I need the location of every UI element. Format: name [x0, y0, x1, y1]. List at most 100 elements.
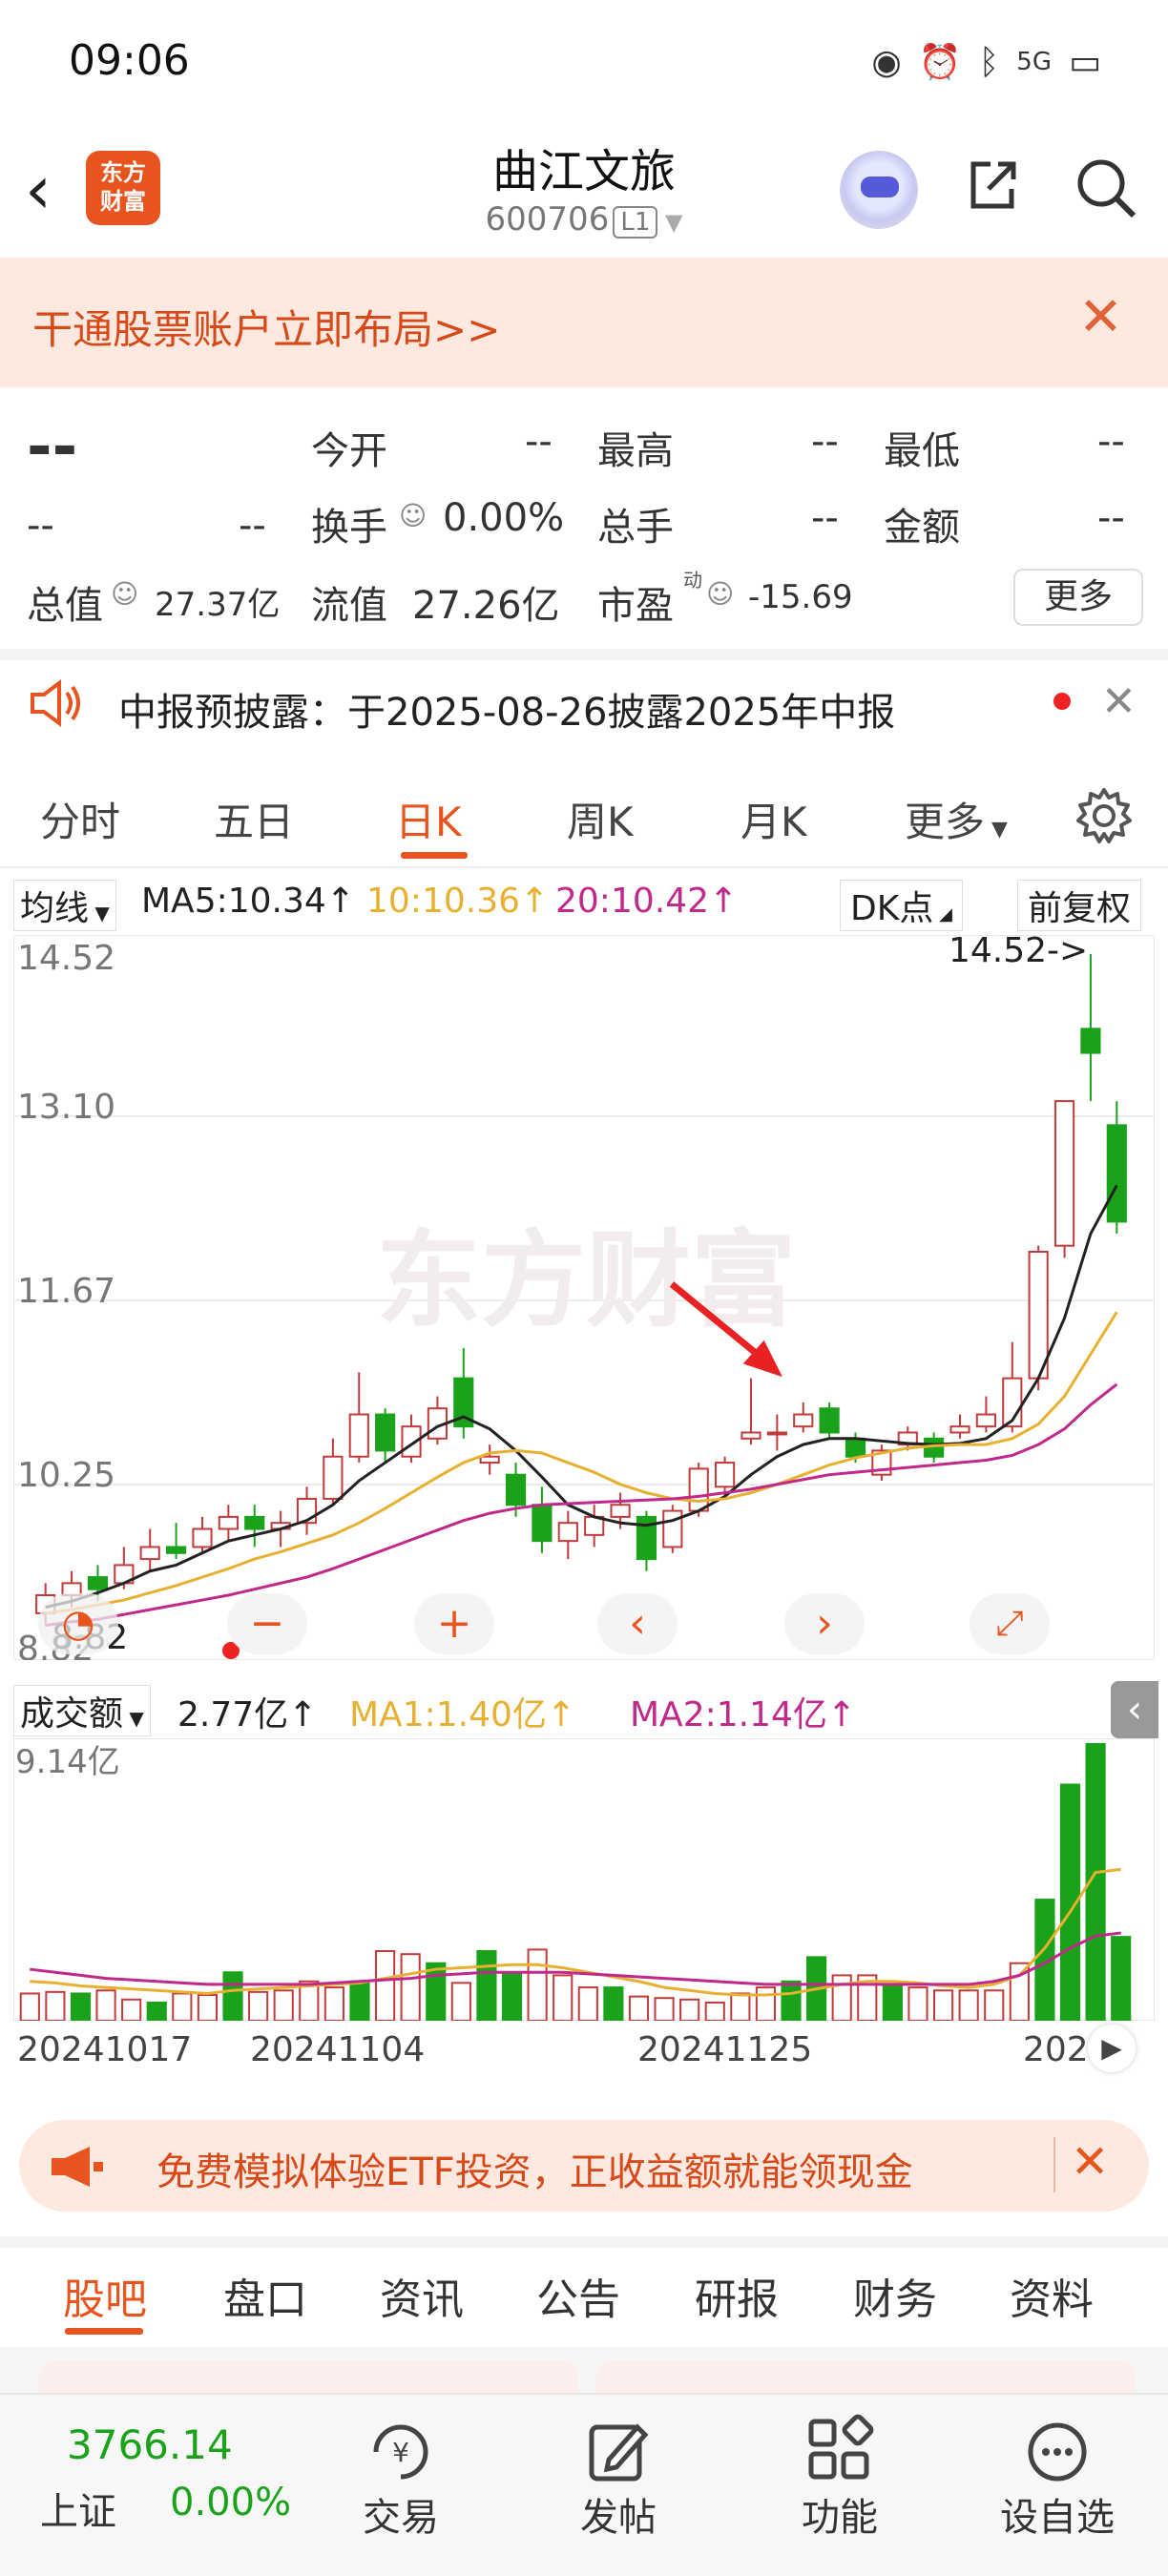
post-edit-icon[interactable] [580, 2414, 657, 2490]
volume-bar [958, 1989, 979, 2021]
candle-body [793, 1413, 814, 1428]
index-name[interactable]: 上证 [40, 2481, 116, 2536]
dk-point-selector[interactable]: DK点 ◢ [840, 880, 963, 931]
volume-bar [603, 1986, 624, 2021]
pe-dynamic-tag: 动 [683, 569, 702, 592]
close-icon[interactable]: ✕ [1078, 286, 1123, 348]
tab-news[interactable]: 资讯 [380, 2265, 464, 2326]
tab-stock-forum[interactable]: 股吧 [63, 2265, 147, 2326]
tab-order-book[interactable]: 盘口 [223, 2265, 307, 2326]
functions-grid-icon[interactable] [802, 2414, 878, 2490]
trade-icon[interactable]: ¥ [363, 2414, 439, 2490]
watermark-logo: 东方财富 [376, 1219, 796, 1341]
volume-chart[interactable]: 9.14亿 [13, 1738, 1155, 2021]
market-cap-value: 27.37亿 [155, 586, 281, 624]
date-label: 20241104 [250, 2030, 426, 2069]
volume-bar [654, 1997, 675, 2021]
forum-card[interactable] [38, 2360, 578, 2395]
scroll-left-button[interactable]: ‹ [597, 1593, 678, 1654]
candle-body [557, 1522, 578, 1543]
stock-code-text: 600706 [485, 200, 610, 239]
candle-body [87, 1576, 109, 1590]
tab-more[interactable]: 更多 ▼ [905, 790, 1008, 848]
robot-icon [861, 177, 899, 197]
close-icon[interactable]: ✕ [1071, 2135, 1109, 2189]
price-change-pct: -- [239, 504, 266, 548]
tab-daily-k[interactable]: 日K [395, 790, 462, 848]
promo-banner-text[interactable]: 干通股票账户立即布局>> [32, 298, 500, 356]
info-icon[interactable]: ☺ [706, 578, 734, 610]
volume-bar [476, 1950, 497, 2021]
info-icon[interactable]: ☺ [399, 500, 427, 531]
tab-profile[interactable]: 资料 [1010, 2265, 1094, 2326]
zoom-out-button[interactable]: − [227, 1593, 307, 1654]
volume-ma2: MA2:1.14亿↑ [630, 1695, 857, 1735]
volume-bar [755, 1986, 777, 2021]
info-icon[interactable]: ☺ [111, 578, 138, 610]
volume-bar [273, 1989, 294, 2021]
ma10-value: 10:10.36↑ [366, 882, 550, 921]
market-cap-label: 总值 [27, 584, 103, 628]
more-button[interactable]: 更多 [1013, 569, 1143, 626]
max-price-label: 14.52-> [949, 935, 1088, 970]
pe-label: 市盈 [597, 584, 674, 628]
etf-ad-text[interactable]: 免费模拟体验ETF投资，正收益额就能领现金 [156, 2141, 913, 2196]
tab-announcements[interactable]: 公告 [536, 2265, 620, 2326]
content-tab-indicator [65, 2328, 143, 2335]
tab-financials[interactable]: 财务 [853, 2265, 937, 2326]
y-tick-label: 13.10 [17, 1088, 115, 1127]
float-cap-label: 流值 [311, 584, 387, 628]
nav-trade-label[interactable]: 交易 [324, 2486, 477, 2542]
volume-bar [70, 1992, 92, 2021]
tab-monthly-k[interactable]: 月K [740, 790, 807, 848]
index-value[interactable]: 3766.14 [67, 2421, 233, 2468]
adjust-selector[interactable]: 前复权 [1017, 880, 1142, 931]
signal-icon: 5G [1016, 48, 1052, 76]
candle-body [740, 1431, 761, 1440]
scroll-right-button[interactable]: › [784, 1593, 865, 1654]
candle-body [662, 1509, 683, 1548]
nav-watchlist-label[interactable]: 设自选 [981, 2486, 1134, 2542]
search-icon[interactable] [1074, 156, 1137, 219]
tab-weekly-k[interactable]: 周K [567, 790, 634, 848]
chevron-down-icon: ▼ [657, 209, 683, 236]
collapse-panel-button[interactable]: ‹ [1111, 1681, 1158, 1738]
share-icon[interactable] [964, 156, 1021, 214]
play-right-icon[interactable]: ▶ [1088, 2025, 1136, 2072]
volume-bar [882, 1983, 903, 2021]
add-watchlist-icon[interactable] [1019, 2414, 1095, 2490]
volume-bar [1111, 1936, 1132, 2021]
candle-body [244, 1515, 265, 1530]
kline-chart[interactable]: 东方财富 14.52 13.10 11.67 10.25 8.82 14.52-… [13, 935, 1155, 1660]
pointer-icon[interactable]: ◔ [38, 1593, 118, 1654]
index-change[interactable]: 0.00% [170, 2481, 291, 2524]
tab-five-day[interactable]: 五日 [214, 790, 294, 848]
volume-bar [704, 2001, 725, 2021]
candle-body [505, 1473, 527, 1506]
settings-gear-icon[interactable] [1073, 784, 1136, 847]
ma20-value: 20:10.42↑ [555, 882, 739, 921]
ma-selector[interactable]: 均线 ▼ [13, 880, 116, 931]
date-label: 20241125 [637, 2030, 813, 2069]
nav-post-label[interactable]: 发帖 [542, 2486, 695, 2542]
candle-body [166, 1546, 187, 1554]
tab-active-indicator [401, 852, 468, 859]
candle-body [819, 1407, 840, 1434]
ma-selector-label: 均线 [20, 889, 90, 928]
eye-icon: ◉ [871, 42, 902, 82]
close-icon[interactable]: ✕ [1101, 677, 1137, 726]
fullscreen-icon[interactable]: ⤢ [970, 1593, 1050, 1654]
volume-indicator-selector[interactable]: 成交额 ▼ [13, 1685, 151, 1736]
tab-research[interactable]: 研报 [695, 2265, 779, 2326]
chevron-down-icon: ▼ [985, 818, 1008, 841]
nav-functions-label[interactable]: 功能 [763, 2486, 916, 2542]
zoom-in-button[interactable]: + [414, 1593, 494, 1654]
status-time: 09:06 [69, 36, 190, 85]
tab-intraday[interactable]: 分时 [40, 790, 120, 848]
date-label: 20241017 [17, 2030, 193, 2069]
forum-card[interactable] [595, 2360, 1136, 2395]
candle-body [975, 1413, 996, 1428]
alarm-icon: ⏰ [918, 43, 962, 82]
megaphone-icon [52, 2147, 103, 2187]
notice-text[interactable]: 中报预披露：于2025-08-26披露2025年中报 [118, 681, 895, 737]
